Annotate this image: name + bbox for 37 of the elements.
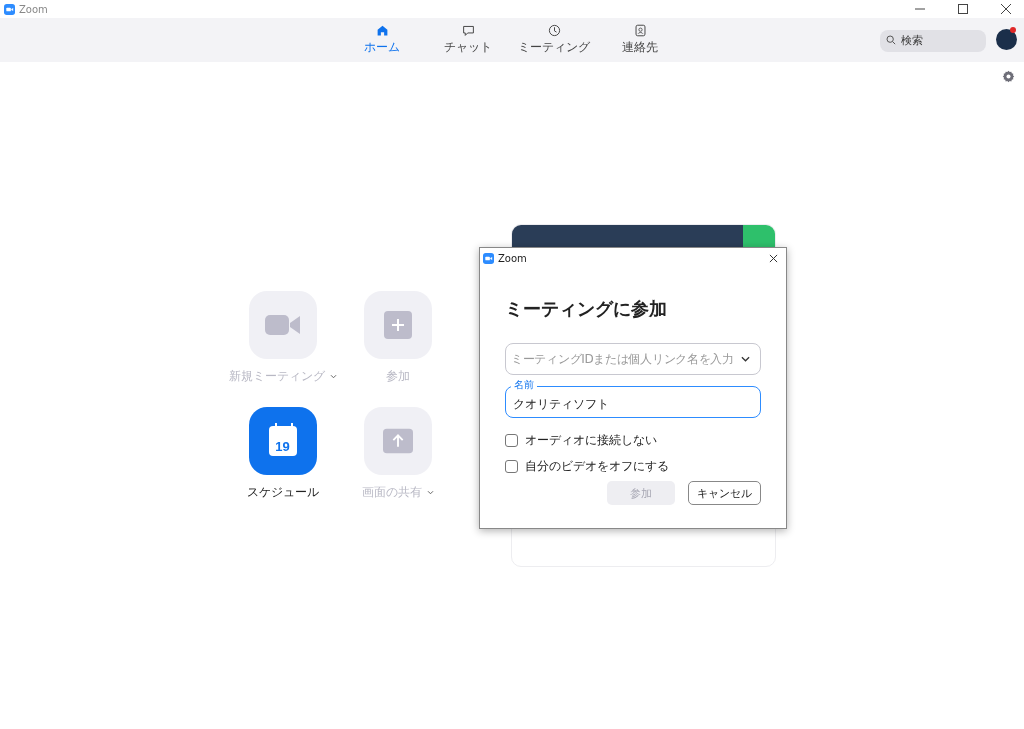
settings-icon[interactable] [1002,70,1015,83]
dialog-heading: ミーティングに参加 [505,297,668,321]
checkbox[interactable] [505,460,518,473]
close-icon[interactable] [769,253,778,263]
notification-dot-icon [1010,27,1016,33]
chat-bubble-icon [461,24,475,37]
search-icon [886,35,896,45]
checkbox-label: オーディオに接続しない [525,432,657,449]
checkbox-label: 自分のビデオをオフにする [525,458,669,475]
plus-icon [383,310,412,339]
app-logo-icon [4,3,15,15]
video-camera-icon [264,312,301,337]
nav-tab[interactable]: ミーティング [511,24,597,56]
clock-icon [547,24,561,37]
checkbox[interactable] [505,434,518,447]
action-label: 画面の共有 [361,483,422,501]
nav-tab[interactable]: ホーム [339,24,425,56]
action-label: スケジュール [246,483,319,501]
avatar[interactable] [996,29,1017,50]
maximize-icon[interactable] [958,4,968,14]
schedule-button[interactable]: 19 [248,406,317,475]
app-logo-icon [483,252,494,264]
contact-card-icon [633,24,647,37]
search-field[interactable]: 検索 [880,29,986,52]
close-icon[interactable] [1001,4,1011,14]
calendar-icon: 19 [268,425,297,456]
dialog-title: Zoom [498,252,527,264]
chevron-down-icon[interactable] [741,356,750,362]
home-icon [375,24,389,37]
nav-tab[interactable]: 連絡先 [597,24,683,56]
field-label: 名前 [511,379,537,391]
window-title: Zoom [19,3,48,15]
cancel-button[interactable]: キャンセル [688,481,761,505]
nav-tab[interactable]: チャット [425,24,511,56]
action-label: 新規ミーティング [228,367,325,385]
action-label: 参加 [385,367,410,385]
meeting-id-field[interactable]: ミーティングIDまたは個人リンク名を入力 [505,343,761,375]
